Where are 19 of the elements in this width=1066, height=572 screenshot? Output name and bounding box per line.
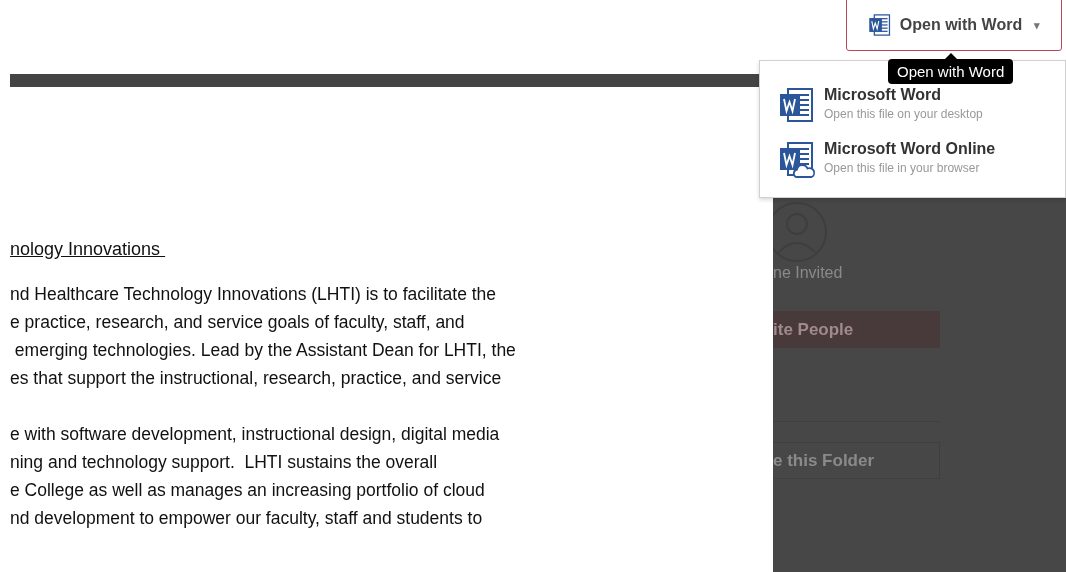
menu-item-title[interactable]: Microsoft Word Online	[824, 140, 996, 158]
menu-item-subtitle: Open this file on your desktop	[824, 107, 983, 121]
document-text-line: e College as well as manages an increasing portfolio of cloud	[10, 479, 486, 502]
word-icon	[867, 13, 892, 37]
menu-item-title[interactable]: Microsoft Word	[824, 86, 983, 104]
tooltip-text: Open with Word	[888, 59, 1014, 84]
document-text-line: e with software development, instructional design, digital media	[10, 423, 501, 446]
document-text-line: nd Healthcare Technology Innovations (LHTI) is to facilitate the	[10, 283, 498, 306]
document-text-line: es that support the instructional, research, practice, and service	[10, 367, 503, 390]
word-cloud-icon	[778, 140, 816, 178]
word-document-icon	[778, 86, 816, 124]
document-heading: nology Innovations	[10, 239, 162, 260]
document-text-line: nd development to empower our faculty, staff and students to	[10, 507, 484, 530]
invited-status: ne Invited	[773, 264, 843, 282]
document-text-line: e practice, research, and service goals of faculty, staff, and	[10, 311, 466, 334]
document-text-line: ning and technology support. LHTI sustains the overall	[10, 451, 439, 474]
menu-item-subtitle: Open this file in your browser	[824, 161, 981, 175]
open-with-word-button[interactable]: Open with Word ▾	[846, 0, 1062, 51]
document-text-line: emerging technologies. Lead by the Assistant Dean for LHTI, the	[13, 339, 517, 362]
